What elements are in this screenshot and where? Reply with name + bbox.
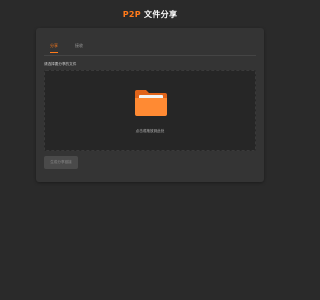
dropzone-label: 点击或拖放到此处 (135, 129, 165, 133)
file-dropzone[interactable]: 点击或拖放到此处 (44, 70, 256, 151)
tab-bar: 分享 接收 (44, 41, 256, 56)
folder-icon (135, 90, 167, 116)
app-title-accent: P2P (122, 10, 141, 19)
share-card: 分享 接收 请选择要分享的文件 点击或拖放到此处 生成分享链接 (36, 28, 264, 182)
tab-send[interactable]: 分享 (50, 43, 58, 53)
select-file-hint: 请选择要分享的文件 (44, 62, 77, 66)
app-title: P2P 文件分享 (0, 9, 300, 20)
tab-receive[interactable]: 接收 (75, 43, 83, 52)
app-title-text: 文件分享 (140, 10, 178, 19)
generate-link-button[interactable]: 生成分享链接 (44, 156, 78, 169)
